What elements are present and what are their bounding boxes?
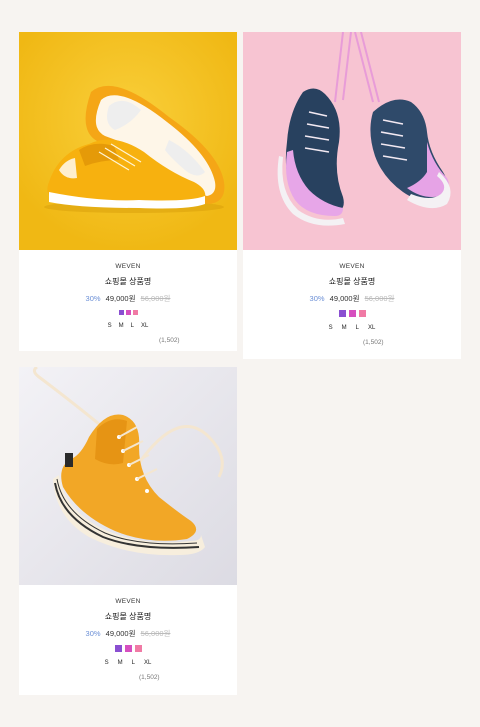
price-row: 30% 49,000원 56,000원 bbox=[19, 293, 237, 304]
product-name[interactable]: 쇼핑몰 상품명 bbox=[19, 276, 237, 287]
discount-rate: 30% bbox=[309, 294, 325, 303]
product-info: WEVEN 쇼핑몰 상품명 30% 49,000원 56,000원 S M L … bbox=[243, 250, 461, 346]
product-info: WEVEN 쇼핑몰 상품명 30% 49,000원 56,000원 S M L … bbox=[19, 585, 237, 681]
product-brand: WEVEN bbox=[339, 263, 365, 270]
navy-hanging-sneakers-icon bbox=[243, 32, 461, 250]
product-card[interactable]: WEVEN 쇼핑몰 상품명 30% 49,000원 56,000원 S M L … bbox=[19, 367, 237, 695]
review-count: (1,502) bbox=[139, 674, 160, 681]
review-count: (1,502) bbox=[159, 337, 180, 344]
size-option[interactable]: S bbox=[105, 660, 109, 666]
color-swatch[interactable] bbox=[114, 645, 122, 652]
product-name[interactable]: 쇼핑몰 상품명 bbox=[19, 611, 237, 622]
product-image[interactable] bbox=[243, 32, 461, 250]
product-name[interactable]: 쇼핑몰 상품명 bbox=[243, 276, 461, 287]
color-swatch[interactable] bbox=[124, 645, 132, 652]
review-count: (1,502) bbox=[363, 339, 384, 346]
size-option[interactable]: M bbox=[118, 660, 123, 666]
size-options: S M L XL bbox=[243, 325, 461, 331]
size-option[interactable]: S bbox=[108, 323, 112, 329]
color-swatch[interactable] bbox=[125, 310, 131, 315]
color-swatch[interactable] bbox=[338, 310, 346, 317]
color-swatch[interactable] bbox=[348, 310, 356, 317]
sale-price: 49,000원 bbox=[105, 294, 136, 303]
product-card[interactable]: WEVEN 쇼핑몰 상품명 30% 49,000원 56,000원 S M L … bbox=[19, 32, 237, 351]
original-price: 56,000원 bbox=[140, 629, 171, 638]
size-option[interactable]: XL bbox=[144, 660, 151, 666]
size-option[interactable]: XL bbox=[141, 323, 148, 329]
size-options: S M L XL bbox=[19, 323, 237, 329]
price-row: 30% 49,000원 56,000원 bbox=[19, 628, 237, 639]
yellow-sneakers-icon bbox=[19, 32, 237, 250]
color-swatch[interactable] bbox=[358, 310, 366, 317]
size-options: S M L XL bbox=[19, 660, 237, 666]
size-option[interactable]: M bbox=[119, 323, 124, 329]
size-option[interactable]: XL bbox=[368, 325, 375, 331]
size-option[interactable]: M bbox=[342, 325, 347, 331]
size-option[interactable]: L bbox=[131, 323, 134, 329]
product-card[interactable]: WEVEN 쇼핑몰 상품명 30% 49,000원 56,000원 S M L … bbox=[243, 32, 461, 359]
product-brand: WEVEN bbox=[115, 598, 141, 605]
size-option[interactable]: L bbox=[356, 325, 359, 331]
product-info: WEVEN 쇼핑몰 상품명 30% 49,000원 56,000원 S M L … bbox=[19, 250, 237, 344]
discount-rate: 30% bbox=[85, 629, 101, 638]
color-swatches bbox=[243, 310, 461, 317]
size-option[interactable]: L bbox=[132, 660, 135, 666]
price-row: 30% 49,000원 56,000원 bbox=[243, 293, 461, 304]
original-price: 56,000원 bbox=[140, 294, 171, 303]
sale-price: 49,000원 bbox=[329, 294, 360, 303]
original-price: 56,000원 bbox=[364, 294, 395, 303]
color-swatch[interactable] bbox=[134, 645, 142, 652]
color-swatches bbox=[19, 645, 237, 652]
color-swatches bbox=[19, 310, 237, 315]
product-image[interactable] bbox=[19, 32, 237, 250]
sale-price: 49,000원 bbox=[105, 629, 136, 638]
orange-hightop-sneaker-icon bbox=[19, 367, 237, 585]
discount-rate: 30% bbox=[85, 294, 101, 303]
product-brand: WEVEN bbox=[115, 263, 141, 270]
product-image[interactable] bbox=[19, 367, 237, 585]
color-swatch[interactable] bbox=[132, 310, 138, 315]
size-option[interactable]: S bbox=[329, 325, 333, 331]
color-swatch[interactable] bbox=[118, 310, 124, 315]
